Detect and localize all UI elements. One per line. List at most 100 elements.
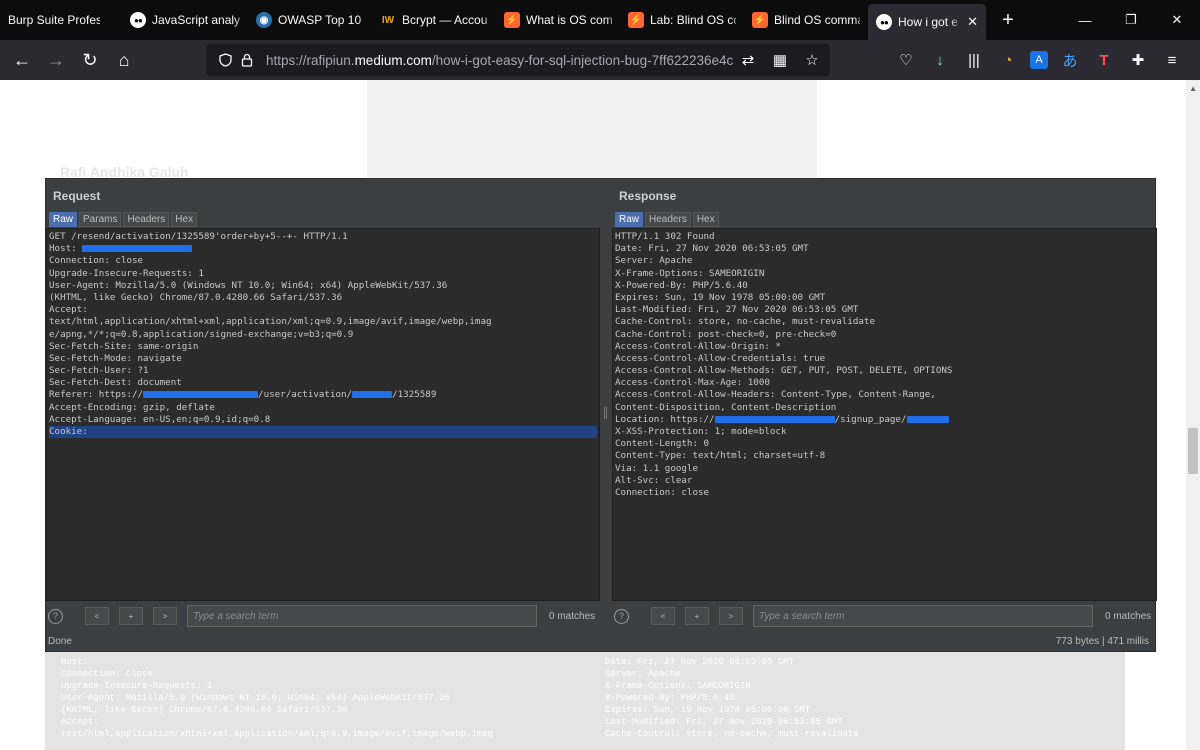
response-line: Content-Disposition, Content-Description xyxy=(615,402,1154,414)
request-line: Sec-Fetch-User: ?1 xyxy=(49,365,597,377)
subtab-headers[interactable]: Headers xyxy=(645,212,691,227)
redacted-location-token xyxy=(906,415,949,423)
browser-tab[interactable]: Burp Suite Professional xyxy=(0,0,122,40)
request-line: (KHTML, like Gecko) Chrome/87.0.4280.66 … xyxy=(49,292,597,304)
translate-icon[interactable]: ⇄ xyxy=(736,48,760,72)
subtab-hex[interactable]: Hex xyxy=(171,212,198,227)
request-line: Referer: https:// /user/activation/ /13255… xyxy=(49,389,597,401)
request-editor[interactable]: GET /resend/activation/1325589'order+by+… xyxy=(46,228,600,601)
page-scrollbar[interactable] xyxy=(1186,80,1200,750)
browser-tab-label: OWASP Top 10 for xyxy=(278,13,364,27)
extensions-puzzle-icon[interactable]: ✚ xyxy=(1126,48,1150,72)
subtab-raw[interactable]: Raw xyxy=(49,212,78,227)
url-bar[interactable]: https://rafipiun.medium.com/how-i-got-ea… xyxy=(206,44,830,76)
download-icon[interactable]: ↓ xyxy=(928,48,952,72)
response-line-text: Last-Modified: Fri, 27 Nov 2020 06:53:05… xyxy=(615,304,859,316)
browser-tab[interactable]: ●● JavaScript analysis xyxy=(122,0,248,40)
forward-button[interactable]: → xyxy=(40,44,72,76)
request-line: Connection: close xyxy=(49,255,597,267)
subtab-params[interactable]: Params xyxy=(79,212,122,227)
reload-icon: ↻ xyxy=(82,49,98,70)
scroll-up-icon[interactable]: ▲ xyxy=(1189,84,1197,93)
home-button[interactable]: ⌂ xyxy=(108,44,140,76)
help-icon[interactable]: ? xyxy=(614,608,629,624)
translate-extension-icon[interactable]: A xyxy=(1030,51,1048,69)
response-line: Alt-Svc: clear xyxy=(615,475,1154,487)
restore-button[interactable]: ❐ xyxy=(1108,0,1154,40)
add-button[interactable]: + xyxy=(685,607,709,625)
new-tab-button[interactable]: + xyxy=(992,9,1024,32)
response-line-text: Content-Type: text/html; charset=utf-8 xyxy=(615,450,826,462)
previous-match-button[interactable]: < xyxy=(85,607,109,625)
browser-tab[interactable]: ⚡ Lab: Blind OS com xyxy=(620,0,744,40)
request-line-text: Host: xyxy=(49,243,83,255)
shield-icon[interactable] xyxy=(214,53,236,67)
splitter-grip-icon[interactable] xyxy=(604,407,607,419)
browser-tab-label: Bcrypt — Account xyxy=(402,13,488,27)
request-search-input[interactable]: Type a search term xyxy=(187,605,537,627)
bookmark-star-icon[interactable]: ☆ xyxy=(800,48,824,72)
response-line-text: Location: https:// xyxy=(615,413,715,425)
browser-tab-label: What is OS command xyxy=(526,13,612,27)
pane-splitter[interactable] xyxy=(600,179,612,634)
request-line-text: Sec-Fetch-User: ?1 xyxy=(49,365,149,377)
response-line-text: Date: Fri, 27 Nov 2020 06:53:05 GMT xyxy=(615,243,809,255)
response-line-text: Alt-Svc: clear xyxy=(615,474,693,486)
request-line-text: Accept-Language: en-US,en;q=0.9,id;q=0.8 xyxy=(49,413,271,425)
close-window-button[interactable]: ✕ xyxy=(1154,0,1200,40)
url-actions: ⇄ ▦ ☆ xyxy=(736,44,824,76)
previous-match-button[interactable]: < xyxy=(651,607,675,625)
response-line-text: HTTP/1.1 302 Found xyxy=(615,231,715,242)
response-line-text: Access-Control-Allow-Origin: * xyxy=(615,340,781,352)
menu-hamburger-icon[interactable]: ≡ xyxy=(1160,48,1184,72)
help-icon[interactable]: ? xyxy=(48,608,63,624)
subtab-raw[interactable]: Raw xyxy=(615,212,644,227)
request-line-text: Sec-Fetch-Site: same-origin xyxy=(49,340,199,352)
response-line: Cache-Control: post-check=0, pre-check=0 xyxy=(615,329,1154,341)
subtab-headers[interactable]: Headers xyxy=(123,212,170,227)
pocket-icon[interactable]: ♡ xyxy=(894,48,918,72)
lock-icon[interactable] xyxy=(236,53,258,67)
response-pane: Response Raw Headers Hex HTTP/1.1 302 Foun… xyxy=(612,179,1157,634)
response-line: Date: Fri, 27 Nov 2020 06:53:05 GMT xyxy=(615,243,1154,255)
scrollbar-thumb[interactable] xyxy=(1188,428,1198,474)
request-line-text: Cookie: xyxy=(49,426,88,437)
response-line: Access-Control-Allow-Headers: Content-Ty… xyxy=(615,389,1154,401)
reload-button[interactable]: ↻ xyxy=(74,44,106,76)
browser-tab-label: Burp Suite Professional xyxy=(8,13,100,27)
response-line-text: Access-Control-Max-Age: 1000 xyxy=(615,377,770,389)
add-button[interactable]: + xyxy=(119,607,143,625)
browser-tab[interactable]: ⚡ What is OS command xyxy=(496,0,620,40)
response-line: Expires: Sun, 19 Nov 1978 05:00:00 GMT xyxy=(615,292,1154,304)
response-editor[interactable]: HTTP/1.1 302 Found Date: Fri, 27 Nov 2020… xyxy=(612,228,1157,601)
response-search-input[interactable]: Type a search term xyxy=(753,605,1093,627)
response-line-text: Access-Control-Allow-Methods: GET, PUT, … xyxy=(615,365,953,377)
tab-close-icon[interactable]: ✕ xyxy=(967,14,978,30)
subtab-hex[interactable]: Hex xyxy=(692,212,719,227)
library-icon[interactable]: ||| xyxy=(962,48,986,72)
response-line-text: Access-Control-Allow-Credentials: true xyxy=(615,352,826,364)
response-subtabs: Raw Headers Hex xyxy=(615,212,719,227)
t-extension-icon[interactable]: T xyxy=(1092,48,1116,72)
iw-icon: IW xyxy=(381,14,395,26)
request-pane: Request Raw Params Headers Hex GET /resend/… xyxy=(46,179,600,634)
response-line-text: Connection: close xyxy=(615,486,710,498)
browser-tab[interactable]: ●● How i got easy ✕ xyxy=(868,4,986,40)
browser-tab[interactable]: ◉ OWASP Top 10 for xyxy=(248,0,372,40)
browser-tab[interactable]: IW Bcrypt — Account xyxy=(372,0,496,40)
medium-icon: ●● xyxy=(876,14,892,30)
burp-status-bar: Done 773 bytes | 471 millis xyxy=(46,632,1155,651)
minimize-button[interactable]: — xyxy=(1062,0,1108,40)
url-prefix: https://rafipiun. xyxy=(266,52,355,68)
grid-icon[interactable]: ▦ xyxy=(768,48,792,72)
next-match-button[interactable]: > xyxy=(719,607,743,625)
translator-extension-icon[interactable]: あ xyxy=(1058,48,1082,72)
request-line: e/apng,*/*;q=0.8,application/signed-exch… xyxy=(49,329,597,341)
url-text[interactable]: https://rafipiun.medium.com/how-i-got-ea… xyxy=(266,53,733,68)
back-button[interactable]: ← xyxy=(6,44,38,76)
next-match-button[interactable]: > xyxy=(153,607,177,625)
response-line: Content-Length: 0 xyxy=(615,438,1154,450)
browser-tab[interactable]: ⚡ Blind OS command xyxy=(744,0,868,40)
loca-extension-icon[interactable]: ◔ xyxy=(996,48,1020,72)
response-line: X-Powered-By: PHP/5.6.40 xyxy=(615,280,1154,292)
